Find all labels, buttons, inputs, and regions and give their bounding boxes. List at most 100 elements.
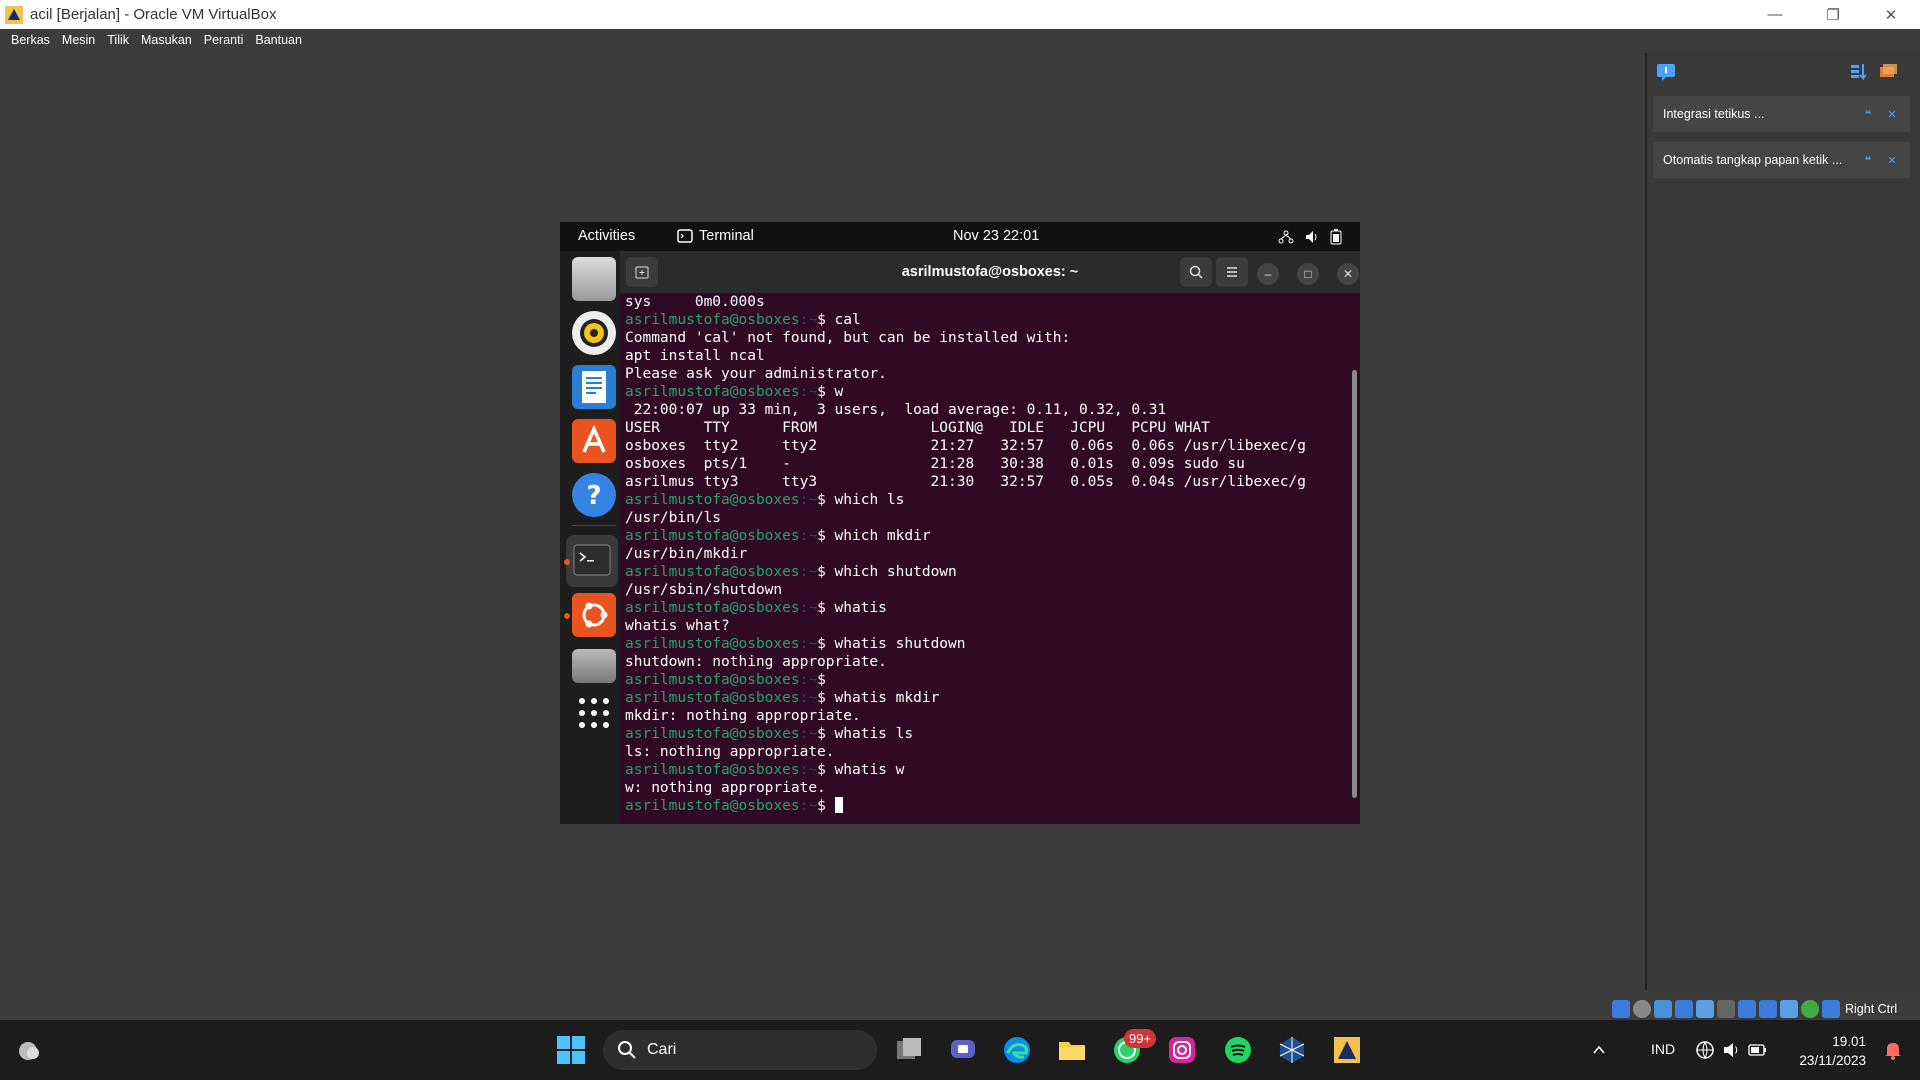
rhythmbox-icon[interactable] <box>572 311 616 355</box>
command-text: $ which shutdown <box>817 564 957 580</box>
terminal-command-line: asrilmustofa@osboxes:~$ whatis <box>625 599 1360 617</box>
system-tray[interactable] <box>1278 229 1342 245</box>
sort-icon[interactable] <box>1849 62 1869 82</box>
svg-text:?: ? <box>586 481 601 511</box>
app-menu[interactable]: Terminal <box>677 228 754 244</box>
restore-button[interactable]: ❐ <box>1804 0 1862 29</box>
hard-disk-icon[interactable] <box>1612 1000 1630 1018</box>
notification-mouse-integration[interactable]: Integrasi tetikus ... ❝ ✕ <box>1653 96 1910 132</box>
terminal-command-line: asrilmustofa@osboxes:~$ whatis mkdir <box>625 689 1360 707</box>
command-text: $ <box>817 798 835 814</box>
clock[interactable]: Nov 23 22:01 <box>953 228 1039 244</box>
notification-text: Otomatis tangkap papan ketik ... <box>1663 153 1843 167</box>
minimize-button[interactable]: — <box>1746 0 1804 29</box>
keyboard-capture-icon[interactable] <box>1822 1000 1840 1018</box>
menu-peranti[interactable]: Peranti <box>204 33 244 47</box>
activities-button[interactable]: Activities <box>578 228 635 244</box>
help-icon[interactable]: ? <box>572 473 616 517</box>
close-button[interactable]: ✕ <box>1862 0 1920 29</box>
terminal-output-line: /usr/sbin/shutdown <box>625 582 783 598</box>
search-icon <box>618 1041 636 1059</box>
terminal-scrollbar[interactable] <box>1352 370 1357 798</box>
audio-icon[interactable] <box>1654 1000 1672 1018</box>
terminal-output[interactable]: sys 0m0.000s asrilmustofa@osboxes:~$ cal C… <box>620 293 1360 824</box>
terminal-title: asrilmustofa@osboxes: ~ <box>901 264 1079 280</box>
start-icon[interactable] <box>555 1034 587 1066</box>
spotify-icon[interactable] <box>1222 1034 1254 1066</box>
dismiss-all-icon[interactable] <box>1877 61 1899 83</box>
files-icon[interactable] <box>572 257 616 301</box>
teams-chat-icon[interactable] <box>947 1034 979 1066</box>
gnome-top-bar: Activities Terminal Nov 23 22:01 <box>560 222 1360 251</box>
virtualbox-taskbar-icon[interactable] <box>1276 1034 1308 1066</box>
terminal-dock-item[interactable] <box>566 535 618 587</box>
menu-mesin[interactable]: Mesin <box>62 33 95 47</box>
clock[interactable]: 19.01 23/11/2023 <box>1799 1032 1866 1070</box>
menu-tilik[interactable]: Tilik <box>107 33 129 47</box>
menu-bantuan[interactable]: Bantuan <box>255 33 302 47</box>
guest-additions-icon[interactable] <box>1801 1000 1819 1018</box>
terminal-command-line: asrilmustofa@osboxes:~$ which ls <box>625 491 1360 509</box>
new-tab-button[interactable] <box>626 257 658 287</box>
prompt-user: asrilmustofa@osboxes <box>625 600 800 616</box>
prompt-user: asrilmustofa@osboxes <box>625 528 800 544</box>
vm-window-icon[interactable] <box>1331 1034 1363 1066</box>
notification-keyboard-capture[interactable]: Otomatis tangkap papan ketik ... ❝ ✕ <box>1653 142 1910 178</box>
prompt-user: asrilmustofa@osboxes <box>625 636 800 652</box>
vm-screen[interactable]: Activities Terminal Nov 23 22:01 ? asril… <box>560 222 1360 824</box>
optical-drive-icon[interactable] <box>1633 1000 1651 1018</box>
show-apps-icon[interactable] <box>572 691 616 735</box>
terminal-output-line: 22:00:07 up 33 min, 3 users, load averag… <box>625 402 1167 418</box>
running-indicator <box>564 613 570 619</box>
input-language[interactable]: IND <box>1651 1041 1675 1057</box>
terminal-window[interactable]: asrilmustofa@osboxes: ~ – □ ✕ sys 0m0.00… <box>620 251 1360 824</box>
task-view-icon[interactable] <box>893 1034 925 1066</box>
chevron-up-icon[interactable] <box>1591 1042 1607 1058</box>
recording-icon[interactable] <box>1759 1000 1777 1018</box>
virtualbox-icon <box>5 5 23 24</box>
notification-center-icon[interactable] <box>1655 61 1677 83</box>
speaker-icon[interactable] <box>1722 1040 1742 1060</box>
close-icon[interactable]: ✕ <box>1886 108 1898 121</box>
globe-icon[interactable] <box>1695 1040 1715 1060</box>
instagram-icon[interactable] <box>1166 1034 1198 1066</box>
network-icon[interactable] <box>1675 1000 1693 1018</box>
prompt-path: :~ <box>799 726 818 742</box>
minimize-terminal-button[interactable]: – <box>1257 263 1279 285</box>
close-icon[interactable]: ✕ <box>1886 154 1898 167</box>
terminal-command-line: asrilmustofa@osboxes:~$ which mkdir <box>625 527 1360 545</box>
host-key-label: Right Ctrl <box>1845 1002 1898 1016</box>
shared-folders-icon[interactable] <box>1717 1000 1735 1018</box>
pin-icon[interactable]: ❝ <box>1862 108 1874 121</box>
command-text: $ whatis w <box>817 762 905 778</box>
taskbar-search[interactable]: Cari <box>603 1030 877 1070</box>
edge-icon[interactable] <box>1001 1034 1033 1066</box>
usb-icon[interactable] <box>1696 1000 1714 1018</box>
prompt-user: asrilmustofa@osboxes <box>625 672 800 688</box>
menu-berkas[interactable]: Berkas <box>11 33 50 47</box>
libreoffice-writer-icon[interactable] <box>572 365 616 409</box>
weather-icon[interactable] <box>12 1034 44 1066</box>
battery-icon[interactable] <box>1748 1041 1768 1059</box>
file-explorer-icon[interactable] <box>1056 1034 1088 1066</box>
window-title: acil [Berjalan] - Oracle VM VirtualBox <box>30 6 277 23</box>
menu-masukan[interactable]: Masukan <box>141 33 192 47</box>
display-icon[interactable] <box>1738 1000 1756 1018</box>
prompt-path: :~ <box>799 312 818 328</box>
drive-icon[interactable] <box>572 649 616 683</box>
pin-icon[interactable]: ❝ <box>1862 154 1874 167</box>
notification-text: Integrasi tetikus ... <box>1663 107 1765 121</box>
menu-button[interactable] <box>1216 257 1248 287</box>
ubuntu-icon[interactable] <box>572 593 616 637</box>
cpu-icon[interactable] <box>1780 1000 1798 1018</box>
notification-bell-icon[interactable] <box>1884 1040 1902 1060</box>
command-text: $ w <box>817 384 844 400</box>
maximize-terminal-button[interactable]: □ <box>1297 263 1319 285</box>
terminal-command-line: asrilmustofa@osboxes:~$ <box>625 797 1360 815</box>
software-center-icon[interactable] <box>572 419 616 463</box>
close-terminal-button[interactable]: ✕ <box>1337 263 1359 285</box>
notification-panel: Integrasi tetikus ... ❝ ✕ Otomatis tangk… <box>1645 53 1920 990</box>
terminal-output-line: /usr/bin/ls <box>625 510 722 526</box>
search-button[interactable] <box>1180 257 1212 287</box>
prompt-path: :~ <box>799 528 818 544</box>
